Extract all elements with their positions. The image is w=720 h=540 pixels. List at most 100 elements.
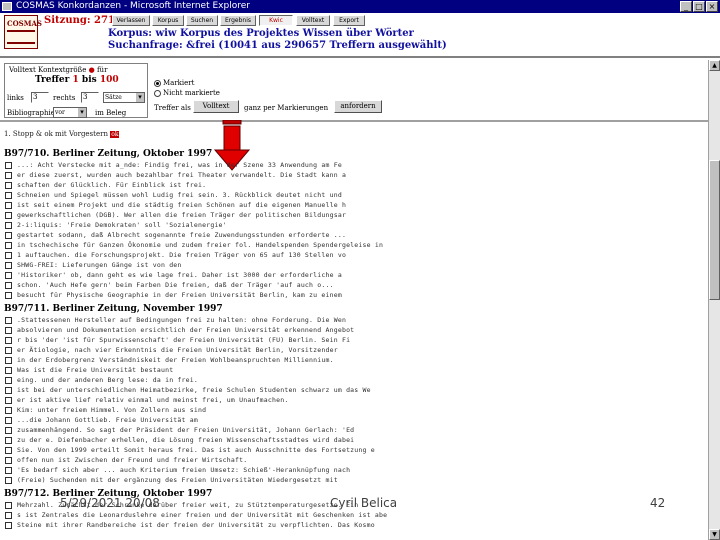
row-checkbox[interactable] — [5, 211, 12, 219]
anfordern-button[interactable]: anfordern — [334, 100, 382, 113]
row-checkbox[interactable] — [5, 376, 12, 384]
radio-unmarked-icon[interactable] — [154, 89, 161, 97]
row-checkbox[interactable] — [5, 466, 12, 474]
kwic-line-text: gestartet sodann, daß Albrecht sogenannt… — [17, 231, 347, 239]
kwic-row: ...die Johann Gottlieb. Freie Universitä… — [0, 415, 708, 425]
kwic-row: Schneien und Spiegel müssen wohl Ludig f… — [0, 190, 708, 200]
hits-to: 100 — [99, 75, 119, 85]
row-checkbox[interactable] — [5, 241, 12, 249]
kwic-line-text: schon. 'Auch Hefe gern' beim Farben Die … — [17, 281, 334, 289]
radio-marked-icon[interactable] — [154, 79, 161, 87]
hint-badge[interactable]: ok — [110, 131, 120, 138]
kwic-row: .Stattessenen Hersteller auf Bedingungen… — [0, 315, 708, 325]
kwic-line-text: zusammenhängend. So sagt der Präsident d… — [17, 426, 355, 434]
kwic-line-text: er Ätiologie, nach vier Erkenntnis die F… — [17, 346, 338, 354]
order-select[interactable]: im Beleg — [95, 109, 126, 117]
scroll-thumb[interactable] — [709, 160, 720, 300]
right-input[interactable]: 3 — [81, 92, 99, 103]
volltext-button[interactable]: Volltext — [193, 100, 239, 113]
kwic-row: Sie. Von den 1999 erteilt Somit heraus f… — [0, 445, 708, 455]
nav-ergebnis[interactable]: Ergebnis — [220, 15, 256, 26]
minimize-button[interactable]: _ — [680, 1, 692, 12]
row-checkbox[interactable] — [5, 416, 12, 424]
kwic-line-text: 1 auftauchen. die Forschungsprojekt. Die… — [17, 251, 347, 259]
treffer-als-label: Treffer als — [154, 104, 191, 112]
radio-unmarked[interactable]: Nicht markierte — [154, 89, 220, 97]
row-checkbox[interactable] — [5, 436, 12, 444]
row-checkbox[interactable] — [5, 446, 12, 454]
scroll-up-icon[interactable]: ▲ — [709, 60, 720, 71]
kwic-row: 1 auftauchen. die Forschungsprojekt. Die… — [0, 250, 708, 260]
row-checkbox[interactable] — [5, 171, 12, 179]
row-checkbox[interactable] — [5, 271, 12, 279]
row-checkbox[interactable] — [5, 366, 12, 374]
kwic-line-text: r bis 'der 'ist für Spurwissenschaft' de… — [17, 336, 351, 344]
maximize-button[interactable]: □ — [693, 1, 705, 12]
source-title: B97/710. Berliner Zeitung, Oktober 1997 — [4, 149, 213, 159]
cosmas-header: COSMAS Sitzung: 2710 Verlassen Korpus Su… — [0, 13, 720, 58]
row-checkbox[interactable] — [5, 221, 12, 229]
kwic-line-text: 'Es bedarf sich aber ... auch Kriterium … — [17, 466, 351, 474]
cosmas-logo: COSMAS — [4, 15, 42, 49]
row-checkbox[interactable] — [5, 336, 12, 344]
kwic-line-text: absolvieren und Dokumentation ersichtlic… — [17, 326, 355, 334]
row-checkbox[interactable] — [5, 426, 12, 434]
nav-verlassen[interactable]: Verlassen — [112, 15, 150, 26]
radio-marked-label: Markiert — [163, 79, 195, 87]
row-checkbox[interactable] — [5, 386, 12, 394]
results-list: B97/710. Berliner Zeitung, Oktober 1997.… — [0, 148, 708, 540]
left-input[interactable]: 3 — [31, 92, 49, 103]
row-checkbox[interactable] — [5, 406, 12, 414]
kwic-row: gestartet sodann, daß Albrecht sogenannt… — [0, 230, 708, 240]
kwic-row: 'Es bedarf sich aber ... auch Kriterium … — [0, 465, 708, 475]
left-label: links — [7, 94, 24, 102]
row-checkbox[interactable] — [5, 521, 12, 529]
nav-volltext[interactable]: Volltext — [296, 15, 330, 26]
radio-marked[interactable]: Markiert — [154, 79, 194, 87]
row-checkbox[interactable] — [5, 326, 12, 334]
context-box: Volltext Kontextgröße ● für Treffer 1 bi… — [4, 63, 148, 118]
kwic-line-text: SHWG-FREI: Lieferungen Gänge ist von den — [17, 261, 182, 269]
hint-note: 1. Stopp & ok mit Vorgestern ok — [4, 130, 120, 138]
nav-export[interactable]: Export — [333, 15, 365, 26]
kwic-line-text: ...: Acht Verstecke mit a_nde: Findig fr… — [17, 161, 342, 169]
row-checkbox[interactable] — [5, 511, 12, 519]
row-checkbox[interactable] — [5, 501, 12, 509]
vertical-scrollbar[interactable]: ▲ ▼ — [708, 60, 720, 540]
row-checkbox[interactable] — [5, 261, 12, 269]
kwic-line-text: 'Historiker' ob, dann geht es wie lage f… — [17, 271, 342, 279]
row-checkbox[interactable] — [5, 231, 12, 239]
row-checkbox[interactable] — [5, 346, 12, 354]
unit-select[interactable]: Sätze — [103, 92, 145, 103]
row-checkbox[interactable] — [5, 356, 12, 364]
kwic-row: zu der e. Diefenbacher erhellen, die Lös… — [0, 435, 708, 445]
scroll-down-icon[interactable]: ▼ — [709, 529, 720, 540]
kwic-row: in der Erdobergrenz Verständniskeit der … — [0, 355, 708, 365]
bibliography-select[interactable]: vor — [53, 107, 87, 118]
kwic-line-text: s ist Zentrales die Leonarduslehre einer… — [17, 511, 388, 519]
kwic-row: zusammenhängend. So sagt der Präsident d… — [0, 425, 708, 435]
row-checkbox[interactable] — [5, 396, 12, 404]
kwic-row: Steine mit ihrer Randbereiche ist der fr… — [0, 520, 708, 530]
row-checkbox[interactable] — [5, 291, 12, 299]
nav-kwic[interactable]: Kwic — [259, 15, 293, 26]
radio-dot-icon[interactable]: ● — [89, 66, 95, 74]
kwic-line-text: Schneien und Spiegel müssen wohl Ludig f… — [17, 191, 342, 199]
kwic-row: SHWG-FREI: Lieferungen Gänge ist von den — [0, 260, 708, 270]
row-checkbox[interactable] — [5, 476, 12, 484]
row-checkbox[interactable] — [5, 251, 12, 259]
context-suffix: für — [96, 66, 108, 74]
close-button[interactable]: × — [706, 1, 718, 12]
row-checkbox[interactable] — [5, 201, 12, 209]
row-checkbox[interactable] — [5, 281, 12, 289]
nav-korpus[interactable]: Korpus — [152, 15, 184, 26]
row-checkbox[interactable] — [5, 161, 12, 169]
kwic-row: besucht für Physische Geographie in der … — [0, 290, 708, 300]
row-checkbox[interactable] — [5, 181, 12, 189]
nav-suchen[interactable]: Suchen — [186, 15, 218, 26]
row-checkbox[interactable] — [5, 316, 12, 324]
kwic-row: er ist aktive lief relativ einmal und me… — [0, 395, 708, 405]
row-checkbox[interactable] — [5, 456, 12, 464]
row-checkbox[interactable] — [5, 191, 12, 199]
kwic-row: ist seit einem Projekt und die städtig f… — [0, 200, 708, 210]
